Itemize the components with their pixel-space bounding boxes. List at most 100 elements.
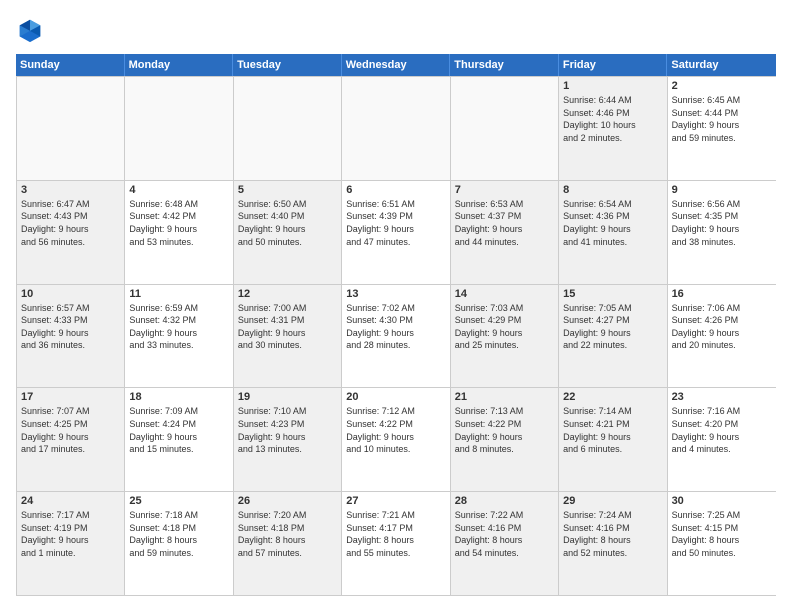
day-number: 1 <box>563 80 662 92</box>
cal-cell: 16 Sunrise: 7:06 AM Sunset: 4:26 PM Dayli… <box>668 285 776 388</box>
week-3: 10 Sunrise: 6:57 AM Sunset: 4:33 PM Dayli… <box>17 284 776 388</box>
day-info: Sunrise: 6:48 AM Sunset: 4:42 PM Dayligh… <box>129 198 228 248</box>
cal-cell: 12 Sunrise: 7:00 AM Sunset: 4:31 PM Dayli… <box>234 285 342 388</box>
cal-cell: 10 Sunrise: 6:57 AM Sunset: 4:33 PM Dayli… <box>17 285 125 388</box>
cal-cell <box>234 77 342 180</box>
day-number: 13 <box>346 288 445 300</box>
day-number: 15 <box>563 288 662 300</box>
header-day-friday: Friday <box>559 54 668 76</box>
day-info: Sunrise: 6:51 AM Sunset: 4:39 PM Dayligh… <box>346 198 445 248</box>
cal-cell: 3 Sunrise: 6:47 AM Sunset: 4:43 PM Daylig… <box>17 181 125 284</box>
day-number: 22 <box>563 391 662 403</box>
day-info: Sunrise: 6:50 AM Sunset: 4:40 PM Dayligh… <box>238 198 337 248</box>
cal-cell: 11 Sunrise: 6:59 AM Sunset: 4:32 PM Dayli… <box>125 285 233 388</box>
day-number: 3 <box>21 184 120 196</box>
day-info: Sunrise: 7:22 AM Sunset: 4:16 PM Dayligh… <box>455 509 554 559</box>
day-number: 7 <box>455 184 554 196</box>
page: SundayMondayTuesdayWednesdayThursdayFrid… <box>0 0 792 612</box>
week-1: 1 Sunrise: 6:44 AM Sunset: 4:46 PM Daylig… <box>17 76 776 180</box>
cal-cell <box>17 77 125 180</box>
cal-cell: 22 Sunrise: 7:14 AM Sunset: 4:21 PM Dayli… <box>559 388 667 491</box>
day-number: 19 <box>238 391 337 403</box>
cal-cell: 13 Sunrise: 7:02 AM Sunset: 4:30 PM Dayli… <box>342 285 450 388</box>
day-info: Sunrise: 6:54 AM Sunset: 4:36 PM Dayligh… <box>563 198 662 248</box>
day-info: Sunrise: 7:17 AM Sunset: 4:19 PM Dayligh… <box>21 509 120 559</box>
day-number: 6 <box>346 184 445 196</box>
day-number: 25 <box>129 495 228 507</box>
day-info: Sunrise: 6:53 AM Sunset: 4:37 PM Dayligh… <box>455 198 554 248</box>
day-number: 27 <box>346 495 445 507</box>
logo-icon <box>16 16 44 44</box>
calendar: SundayMondayTuesdayWednesdayThursdayFrid… <box>16 54 776 596</box>
cal-cell <box>451 77 559 180</box>
cal-cell: 19 Sunrise: 7:10 AM Sunset: 4:23 PM Dayli… <box>234 388 342 491</box>
header-day-saturday: Saturday <box>667 54 776 76</box>
day-info: Sunrise: 7:16 AM Sunset: 4:20 PM Dayligh… <box>672 405 772 455</box>
day-info: Sunrise: 7:07 AM Sunset: 4:25 PM Dayligh… <box>21 405 120 455</box>
cal-cell: 17 Sunrise: 7:07 AM Sunset: 4:25 PM Dayli… <box>17 388 125 491</box>
day-number: 20 <box>346 391 445 403</box>
calendar-body: 1 Sunrise: 6:44 AM Sunset: 4:46 PM Daylig… <box>16 76 776 596</box>
calendar-header: SundayMondayTuesdayWednesdayThursdayFrid… <box>16 54 776 76</box>
day-info: Sunrise: 7:25 AM Sunset: 4:15 PM Dayligh… <box>672 509 772 559</box>
header-day-thursday: Thursday <box>450 54 559 76</box>
day-info: Sunrise: 6:44 AM Sunset: 4:46 PM Dayligh… <box>563 94 662 144</box>
cal-cell: 21 Sunrise: 7:13 AM Sunset: 4:22 PM Dayli… <box>451 388 559 491</box>
day-info: Sunrise: 7:24 AM Sunset: 4:16 PM Dayligh… <box>563 509 662 559</box>
day-info: Sunrise: 6:59 AM Sunset: 4:32 PM Dayligh… <box>129 302 228 352</box>
week-4: 17 Sunrise: 7:07 AM Sunset: 4:25 PM Dayli… <box>17 387 776 491</box>
cal-cell: 30Sunrise: 7:25 AM Sunset: 4:15 PM Dayli… <box>668 492 776 595</box>
day-info: Sunrise: 7:21 AM Sunset: 4:17 PM Dayligh… <box>346 509 445 559</box>
day-number: 12 <box>238 288 337 300</box>
cal-cell: 1 Sunrise: 6:44 AM Sunset: 4:46 PM Daylig… <box>559 77 667 180</box>
cal-cell: 20 Sunrise: 7:12 AM Sunset: 4:22 PM Dayli… <box>342 388 450 491</box>
day-info: Sunrise: 7:09 AM Sunset: 4:24 PM Dayligh… <box>129 405 228 455</box>
day-info: Sunrise: 7:03 AM Sunset: 4:29 PM Dayligh… <box>455 302 554 352</box>
day-number: 24 <box>21 495 120 507</box>
day-number: 10 <box>21 288 120 300</box>
cal-cell: 14Sunrise: 7:03 AM Sunset: 4:29 PM Dayli… <box>451 285 559 388</box>
day-info: Sunrise: 7:20 AM Sunset: 4:18 PM Dayligh… <box>238 509 337 559</box>
cal-cell: 25 Sunrise: 7:18 AM Sunset: 4:18 PM Dayli… <box>125 492 233 595</box>
day-info: Sunrise: 7:00 AM Sunset: 4:31 PM Dayligh… <box>238 302 337 352</box>
day-number: 18 <box>129 391 228 403</box>
day-number: 16 <box>672 288 772 300</box>
day-number: 23 <box>672 391 772 403</box>
day-number: 5 <box>238 184 337 196</box>
day-number: 28 <box>455 495 554 507</box>
day-info: Sunrise: 6:57 AM Sunset: 4:33 PM Dayligh… <box>21 302 120 352</box>
cal-cell: 5 Sunrise: 6:50 AM Sunset: 4:40 PM Daylig… <box>234 181 342 284</box>
cal-cell: 9Sunrise: 6:56 AM Sunset: 4:35 PM Daylig… <box>668 181 776 284</box>
cal-cell: 27 Sunrise: 7:21 AM Sunset: 4:17 PM Dayli… <box>342 492 450 595</box>
header <box>16 16 776 44</box>
day-info: Sunrise: 7:02 AM Sunset: 4:30 PM Dayligh… <box>346 302 445 352</box>
cal-cell: 23 Sunrise: 7:16 AM Sunset: 4:20 PM Dayli… <box>668 388 776 491</box>
cal-cell <box>342 77 450 180</box>
header-day-tuesday: Tuesday <box>233 54 342 76</box>
cal-cell: 26 Sunrise: 7:20 AM Sunset: 4:18 PM Dayli… <box>234 492 342 595</box>
day-info: Sunrise: 6:56 AM Sunset: 4:35 PM Dayligh… <box>672 198 772 248</box>
day-info: Sunrise: 7:13 AM Sunset: 4:22 PM Dayligh… <box>455 405 554 455</box>
cal-cell: 18 Sunrise: 7:09 AM Sunset: 4:24 PM Dayli… <box>125 388 233 491</box>
cal-cell: 2Sunrise: 6:45 AM Sunset: 4:44 PM Daylig… <box>668 77 776 180</box>
day-number: 11 <box>129 288 228 300</box>
day-number: 8 <box>563 184 662 196</box>
week-5: 24 Sunrise: 7:17 AM Sunset: 4:19 PM Dayli… <box>17 491 776 595</box>
day-number: 21 <box>455 391 554 403</box>
day-number: 26 <box>238 495 337 507</box>
day-info: Sunrise: 7:18 AM Sunset: 4:18 PM Dayligh… <box>129 509 228 559</box>
cal-cell: 15 Sunrise: 7:05 AM Sunset: 4:27 PM Dayli… <box>559 285 667 388</box>
day-info: Sunrise: 6:47 AM Sunset: 4:43 PM Dayligh… <box>21 198 120 248</box>
day-number: 17 <box>21 391 120 403</box>
day-info: Sunrise: 7:10 AM Sunset: 4:23 PM Dayligh… <box>238 405 337 455</box>
day-info: Sunrise: 7:14 AM Sunset: 4:21 PM Dayligh… <box>563 405 662 455</box>
day-info: Sunrise: 7:12 AM Sunset: 4:22 PM Dayligh… <box>346 405 445 455</box>
day-info: Sunrise: 7:05 AM Sunset: 4:27 PM Dayligh… <box>563 302 662 352</box>
header-day-monday: Monday <box>125 54 234 76</box>
day-info: Sunrise: 6:45 AM Sunset: 4:44 PM Dayligh… <box>672 94 772 144</box>
cal-cell: 7 Sunrise: 6:53 AM Sunset: 4:37 PM Daylig… <box>451 181 559 284</box>
cal-cell: 8 Sunrise: 6:54 AM Sunset: 4:36 PM Daylig… <box>559 181 667 284</box>
day-info: Sunrise: 7:06 AM Sunset: 4:26 PM Dayligh… <box>672 302 772 352</box>
cal-cell: 4Sunrise: 6:48 AM Sunset: 4:42 PM Daylig… <box>125 181 233 284</box>
cal-cell: 6 Sunrise: 6:51 AM Sunset: 4:39 PM Daylig… <box>342 181 450 284</box>
